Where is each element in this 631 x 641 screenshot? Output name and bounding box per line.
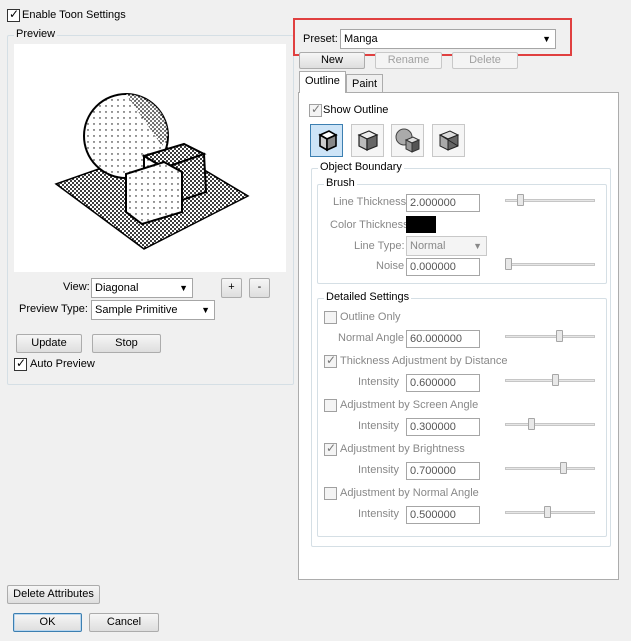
noise-label: Noise: [376, 260, 405, 272]
enable-toon-checkbox[interactable]: [7, 7, 20, 25]
screen-angle-check[interactable]: [324, 399, 337, 412]
thickness-distance-label: Thickness Adjustment by Distance: [340, 355, 508, 367]
outline-only-check[interactable]: [324, 311, 337, 324]
line-thickness-input[interactable]: 2.000000: [406, 194, 480, 212]
intensity-input-3[interactable]: 0.700000: [406, 462, 480, 480]
cube-shaded-icon[interactable]: [351, 124, 384, 157]
cube-shaded-glyph: [357, 130, 379, 151]
thickness-distance-check[interactable]: [324, 353, 337, 368]
color-swatch[interactable]: [406, 216, 436, 233]
thickness-distance-checkbox[interactable]: [324, 353, 337, 371]
brush-title: Brush: [324, 177, 357, 189]
auto-preview-checkbox[interactable]: [14, 356, 27, 374]
preview-title: Preview: [14, 28, 58, 40]
delete-attributes-button[interactable]: Delete Attributes: [7, 585, 100, 604]
intensity-slider-3[interactable]: [505, 462, 595, 476]
screen-angle-checkbox[interactable]: [324, 399, 337, 415]
object-boundary-title: Object Boundary: [318, 161, 404, 173]
cancel-button[interactable]: Cancel: [89, 613, 159, 632]
normal-angle-input[interactable]: 60.000000: [406, 330, 480, 348]
normal-angle-adj-label: Adjustment by Normal Angle: [340, 487, 479, 499]
intensity-label-4: Intensity: [358, 508, 399, 520]
slider-thumb[interactable]: [505, 258, 512, 270]
preset-select[interactable]: Manga ▼: [340, 29, 556, 49]
delete-preset-button[interactable]: Delete: [452, 52, 518, 69]
normal-angle-adj-check[interactable]: [324, 487, 337, 500]
auto-preview-check[interactable]: [14, 356, 27, 371]
preview-type-label: Preview Type:: [19, 303, 88, 315]
normal-angle-label: Normal Angle: [338, 332, 405, 344]
intensity-input-1[interactable]: 0.600000: [406, 374, 480, 392]
brightness-label: Adjustment by Brightness: [340, 443, 465, 455]
preview-type-value: Sample Primitive: [95, 304, 178, 316]
brightness-checkbox[interactable]: [324, 441, 337, 459]
intensity-slider-2[interactable]: [505, 418, 595, 432]
intensity-label-3: Intensity: [358, 464, 399, 476]
view-label: View:: [63, 281, 90, 293]
view-select[interactable]: Diagonal ▼: [91, 278, 193, 298]
tab-paint[interactable]: Paint: [346, 74, 384, 94]
slider-thumb[interactable]: [528, 418, 535, 430]
cube-wire-icon[interactable]: [432, 124, 465, 157]
detailed-settings-title: Detailed Settings: [324, 291, 412, 303]
cube-outline-icon[interactable]: [310, 124, 343, 157]
preview-canvas: [14, 44, 286, 272]
ok-button[interactable]: OK: [13, 613, 82, 632]
chevron-down-icon: ▼: [473, 241, 482, 251]
intensity-input-4[interactable]: 0.500000: [406, 506, 480, 524]
normal-angle-slider[interactable]: [505, 330, 595, 344]
zoom-out-button[interactable]: -: [249, 278, 270, 298]
screen-angle-label: Adjustment by Screen Angle: [340, 399, 479, 411]
preview-render-icon: [54, 93, 250, 250]
cube-wire-glyph: [438, 130, 460, 151]
slider-thumb[interactable]: [552, 374, 559, 386]
sphere-cube-icon[interactable]: [391, 124, 424, 157]
preview-type-select[interactable]: Sample Primitive ▼: [91, 300, 215, 320]
slider-thumb[interactable]: [517, 194, 524, 206]
intensity-slider-1[interactable]: [505, 374, 595, 388]
new-preset-button[interactable]: New: [299, 52, 365, 69]
slider-thumb[interactable]: [560, 462, 567, 474]
enable-toon-check[interactable]: [7, 7, 20, 22]
line-type-label: Line Type:: [354, 240, 405, 252]
line-type-select[interactable]: Normal ▼: [406, 236, 487, 256]
outline-only-label: Outline Only: [340, 311, 401, 323]
stop-button[interactable]: Stop: [92, 334, 161, 353]
chevron-down-icon: ▼: [542, 34, 551, 44]
intensity-slider-4[interactable]: [505, 506, 595, 520]
chevron-down-icon: ▼: [179, 283, 188, 293]
outline-only-checkbox[interactable]: [324, 311, 337, 327]
show-outline-check[interactable]: [309, 102, 322, 117]
noise-input[interactable]: 0.000000: [406, 258, 480, 276]
noise-slider[interactable]: [505, 258, 595, 272]
slider-thumb[interactable]: [556, 330, 563, 342]
show-outline-checkbox[interactable]: [309, 102, 322, 120]
auto-preview-label: Auto Preview: [30, 358, 95, 370]
tab-outline[interactable]: Outline: [299, 71, 346, 93]
cube-outline-glyph: [318, 130, 338, 152]
view-value: Diagonal: [95, 282, 139, 294]
enable-toon-label: Enable Toon Settings: [22, 9, 126, 21]
chevron-down-icon: ▼: [201, 305, 210, 315]
normal-angle-adj-checkbox[interactable]: [324, 487, 337, 503]
line-thickness-slider[interactable]: [505, 194, 595, 208]
preset-value: Manga: [344, 33, 378, 45]
show-outline-label: Show Outline: [323, 104, 389, 116]
intensity-label-1: Intensity: [358, 376, 399, 388]
zoom-in-button[interactable]: +: [221, 278, 242, 298]
line-type-value: Normal: [410, 240, 446, 252]
intensity-input-2[interactable]: 0.300000: [406, 418, 480, 436]
brightness-check[interactable]: [324, 441, 337, 456]
update-button[interactable]: Update: [16, 334, 82, 353]
rename-preset-button[interactable]: Rename: [375, 52, 442, 69]
sphere-cube-glyph: [395, 128, 421, 153]
color-thickness-label: Color Thickness: [330, 219, 409, 231]
intensity-label-2: Intensity: [358, 420, 399, 432]
preset-label: Preset:: [303, 33, 338, 45]
slider-thumb[interactable]: [544, 506, 551, 518]
line-thickness-label: Line Thickness: [333, 196, 407, 208]
